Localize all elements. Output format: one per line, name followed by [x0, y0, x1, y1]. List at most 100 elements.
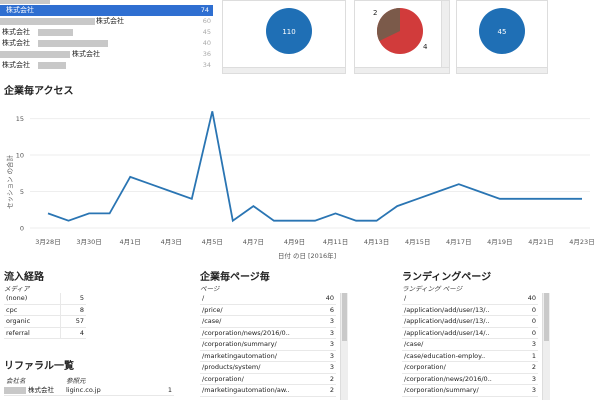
- company-row[interactable]: 株式会社 36: [0, 49, 213, 60]
- table-row[interactable]: /marketingautomation/aw.. 2: [200, 384, 336, 397]
- referral-col-source: 参照元: [66, 377, 86, 385]
- company-list: 株式会社 74 株式会社 60 株式会社 45 株式会社 40 株式会社 36 …: [0, 0, 213, 71]
- company-name: 株式会社: [72, 50, 100, 58]
- table-row[interactable]: /application/add/user/14/.. 0: [402, 327, 538, 339]
- table-row[interactable]: /corporation/news/2016/0.. 3: [200, 327, 336, 339]
- company-row-selected[interactable]: 株式会社 74: [0, 5, 213, 16]
- x-tick-label: 4月7日: [243, 238, 264, 246]
- y-tick-label: 15: [16, 115, 24, 123]
- table-row[interactable]: /application/add/user/13/.. 0: [402, 304, 538, 316]
- company-row[interactable]: 株式会社 45: [0, 27, 213, 38]
- table-row[interactable]: /corporation/summary/3: [200, 338, 336, 351]
- pages-header: ページ: [200, 285, 220, 293]
- pie-panel-1: 110: [222, 0, 346, 74]
- company-sessions: 45: [202, 28, 211, 36]
- table-row[interactable]: referral 4: [4, 327, 86, 339]
- company-sessions: 40: [202, 39, 211, 47]
- table-row[interactable]: 株式会社 liginc.co.jp 1: [4, 385, 174, 396]
- y-tick-label: 10: [16, 152, 24, 160]
- table-row[interactable]: organic 57: [4, 315, 86, 328]
- company-sessions: 34: [202, 61, 211, 69]
- company-name: 株式会社: [96, 17, 124, 25]
- pie-value-label: 2: [373, 9, 377, 17]
- vertical-scrollbar[interactable]: [340, 293, 348, 400]
- inflow-header: メディア: [4, 285, 30, 293]
- landing-value: 0: [516, 327, 538, 339]
- company-row[interactable]: 株式会社 60: [0, 16, 213, 27]
- landing-value: 3: [516, 373, 538, 385]
- scrollbar-thumb[interactable]: [342, 293, 347, 341]
- landing-path: /corporation/news/2016/0..: [402, 373, 516, 385]
- inflow-medium: cpc: [4, 304, 61, 316]
- page-value: 3: [314, 315, 336, 328]
- table-row[interactable]: (none) 5: [4, 293, 86, 305]
- company-sessions: 60: [202, 17, 211, 25]
- landing-value: 1: [516, 350, 538, 362]
- x-tick-label: 4月5日: [202, 238, 223, 246]
- inflow-medium: (none): [4, 293, 61, 305]
- table-row[interactable]: /price/6: [200, 304, 336, 316]
- company-name: 株式会社: [2, 39, 30, 47]
- table-row[interactable]: /40: [200, 293, 336, 305]
- company-row[interactable]: 株式会社 40: [0, 38, 213, 49]
- inflow-table: メディア (none) 5 cpc 8 organic 57 referral 4: [4, 283, 86, 339]
- horizontal-scrollbar[interactable]: [457, 67, 547, 73]
- company-name: 株式会社: [6, 6, 34, 14]
- inflow-medium: organic: [4, 315, 61, 328]
- session-line[interactable]: [47, 111, 582, 223]
- landing-title: ランディングページ: [402, 272, 492, 283]
- referral-table: 会社名 参照元 株式会社 liginc.co.jp 1: [4, 374, 174, 396]
- referral-source: liginc.co.jp: [66, 386, 101, 394]
- table-row[interactable]: /case/education-employ.. 1: [402, 350, 538, 362]
- x-tick-label: 4月3日: [161, 238, 182, 246]
- page-path: /case/: [200, 315, 314, 328]
- x-tick-label: 3月28日: [35, 238, 60, 246]
- table-row[interactable]: /corporation/news/2016/0.. 3: [402, 373, 538, 385]
- page-value: 2: [314, 384, 336, 397]
- x-tick-label: 3月30日: [76, 238, 101, 246]
- table-row[interactable]: /products/system/3: [200, 361, 336, 374]
- page-path: /price/: [200, 304, 314, 316]
- page-value: 3: [314, 361, 336, 374]
- pie-panel-3: 45: [456, 0, 548, 74]
- table-row[interactable]: /case/3: [200, 315, 336, 328]
- x-tick-label: 4月11日: [323, 238, 348, 246]
- landing-table: ランディング ページ /40 /application/add/user/13/…: [402, 283, 552, 400]
- table-row[interactable]: /marketingautomation/3: [200, 350, 336, 362]
- table-row[interactable]: cpc 8: [4, 304, 86, 316]
- pages-title: 企業毎ページ毎: [200, 272, 270, 283]
- table-row[interactable]: /corporation/2: [402, 361, 538, 374]
- x-tick-label: 4月13日: [364, 238, 389, 246]
- page-value: 3: [314, 327, 336, 339]
- x-tick-label: 4月17日: [446, 238, 471, 246]
- company-name: 株式会社: [2, 28, 30, 36]
- referral-company: 株式会社: [28, 386, 54, 394]
- pages-table: ページ /40 /price/6 /case/3 /corporation/ne…: [200, 283, 350, 400]
- landing-value: 0: [516, 304, 538, 316]
- table-row[interactable]: /40: [402, 293, 538, 305]
- page-path: /: [200, 293, 314, 305]
- horizontal-scrollbar[interactable]: [223, 67, 345, 73]
- y-axis-label: セッション の合計: [5, 154, 14, 209]
- horizontal-scrollbar[interactable]: [355, 67, 449, 73]
- landing-path: /application/add/user/14/..: [402, 327, 516, 339]
- pie-chart-2: 2 4: [373, 8, 428, 54]
- page-path: /marketingautomation/: [200, 350, 314, 362]
- vertical-scrollbar[interactable]: [542, 293, 550, 400]
- company-row[interactable]: 株式会社 34: [0, 60, 213, 71]
- table-row[interactable]: /corporation/2: [200, 373, 336, 385]
- table-row[interactable]: /case/3: [402, 338, 538, 351]
- landing-path: /case/education-employ..: [402, 350, 516, 362]
- referral-value: 1: [167, 386, 172, 394]
- table-row[interactable]: /application/add/user/13/.. 0: [402, 315, 538, 328]
- referral-col-company: 会社名: [6, 377, 26, 385]
- inflow-medium: referral: [4, 327, 61, 339]
- x-axis-label: 日付 の日 [2016年]: [278, 251, 336, 260]
- page-path: /corporation/news/2016/0..: [200, 327, 314, 339]
- landing-header: ランディング ページ: [402, 285, 462, 293]
- table-row[interactable]: /corporation/summary/3: [402, 384, 538, 397]
- scrollbar-thumb[interactable]: [544, 293, 549, 341]
- vertical-scrollbar[interactable]: [441, 1, 449, 73]
- x-tick-label: 4月15日: [405, 238, 430, 246]
- page-path: /corporation/summary/: [200, 338, 314, 351]
